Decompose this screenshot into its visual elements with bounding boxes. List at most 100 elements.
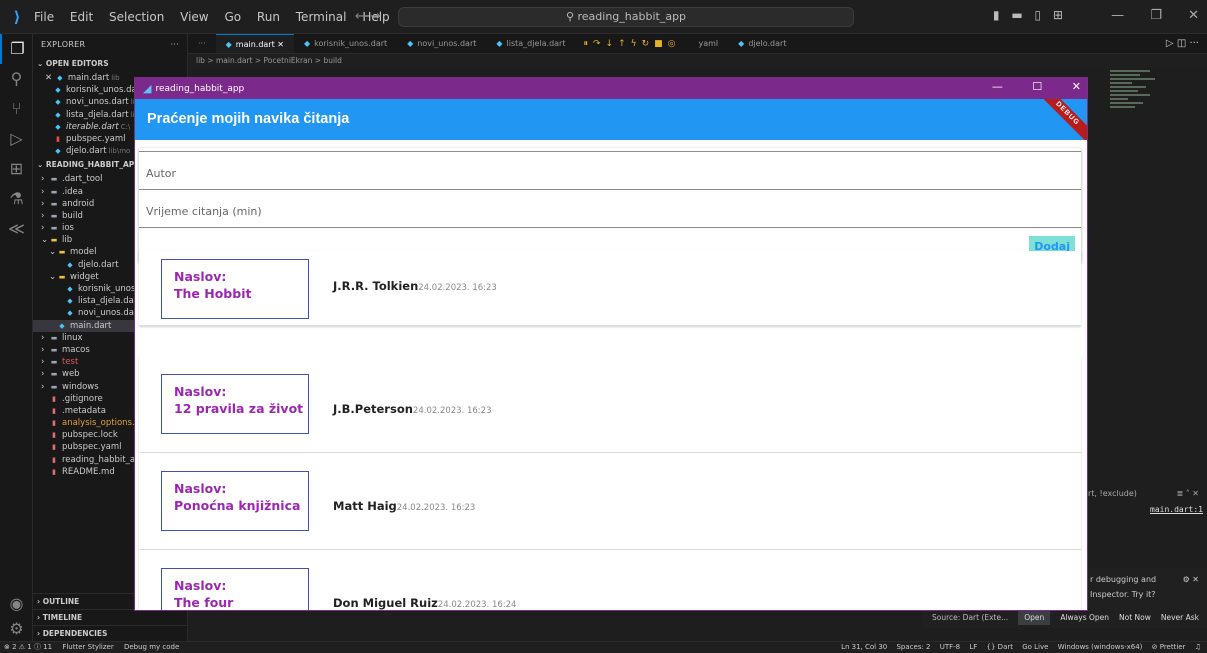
manage-gear-icon[interactable]: ⚙ xyxy=(0,614,33,644)
open-button[interactable]: Open xyxy=(1018,609,1051,625)
restart-icon[interactable]: ↻ xyxy=(642,39,655,49)
debug-console-link[interactable]: main.dart:1 xyxy=(1150,505,1203,514)
split-editor-icon[interactable]: ◫ xyxy=(1177,38,1186,49)
minimize-icon[interactable]: — xyxy=(1111,8,1124,23)
tab-close-icon[interactable]: ✕ xyxy=(277,40,284,49)
extensions-icon[interactable]: ⊞ xyxy=(0,154,33,184)
app-close-icon[interactable]: ✕ xyxy=(1072,80,1081,93)
tab-label: korisnik_unos.dart xyxy=(314,39,388,48)
back-arrow-icon[interactable]: ← xyxy=(355,9,366,24)
minimap[interactable] xyxy=(1110,68,1160,158)
stop-icon[interactable]: ■ xyxy=(654,39,668,49)
chevron-icon[interactable]: › xyxy=(41,210,49,222)
more-icon[interactable]: ··· xyxy=(1189,38,1199,49)
chevron-icon[interactable]: › xyxy=(41,332,49,344)
app-minimize-icon[interactable]: — xyxy=(992,80,1003,93)
toggle-sidebar-icon[interactable]: ▮ xyxy=(993,8,1004,22)
menu-terminal[interactable]: Terminal xyxy=(296,10,347,24)
chevron-icon[interactable]: › xyxy=(41,222,49,234)
book-card[interactable]: Naslov: 12 pravila za život J.B.Peterson24… xyxy=(139,356,1081,453)
debug-pause-icon[interactable]: ⏸ xyxy=(583,39,593,49)
run-debug-icon[interactable]: ▷ xyxy=(0,124,33,154)
book-card[interactable]: Naslov: The four agreements Don Miguel Rui… xyxy=(139,550,1081,610)
debug-step-into-icon[interactable]: ↓ xyxy=(606,39,619,49)
menu-go[interactable]: Go xyxy=(224,10,241,24)
chevron-icon[interactable]: › xyxy=(41,368,49,380)
tab-lista-djela[interactable]: ◆ lista_djela.dart xyxy=(486,34,575,53)
debug-step-over-icon[interactable]: ↷ xyxy=(593,39,606,49)
chevron-icon[interactable]: › xyxy=(41,173,49,185)
flutter-icon[interactable]: ≪ xyxy=(0,214,33,244)
testing-icon[interactable]: ⚗ xyxy=(0,184,33,214)
panel-actions-icon[interactable]: ≣ ˄ ✕ xyxy=(1177,485,1200,503)
language-mode[interactable]: {} Dart xyxy=(987,643,1013,651)
customize-layout-icon[interactable]: ⊞ xyxy=(1053,8,1067,22)
problems-status[interactable]: ⊗ 2 ⚠ 1 ⓘ 11 xyxy=(4,643,52,651)
not-now-button[interactable]: Not Now xyxy=(1119,613,1151,622)
debug-step-out-icon[interactable]: ↑ xyxy=(618,39,631,49)
menu-edit[interactable]: Edit xyxy=(70,10,93,24)
book-date: 24.02.2023. 16:23 xyxy=(396,503,476,513)
chevron-icon[interactable]: › xyxy=(41,356,49,368)
prettier[interactable]: ⊘ Prettier xyxy=(1152,643,1186,651)
book-card[interactable]: Naslov: Ponoćna knjižnica Matt Haig24.02.2… xyxy=(139,453,1081,550)
explorer-icon[interactable]: ❐ xyxy=(0,34,33,64)
encoding[interactable]: UTF-8 xyxy=(940,643,960,651)
device[interactable]: Windows (windows-x64) xyxy=(1058,643,1143,651)
line-ending[interactable]: LF xyxy=(969,643,977,651)
tab-djelo[interactable]: ◆ djelo.dart xyxy=(728,34,796,53)
chevron-icon[interactable]: › xyxy=(41,381,49,393)
restore-icon[interactable]: ❐ xyxy=(1150,8,1162,23)
chevron-icon[interactable]: › xyxy=(41,186,49,198)
source-control-icon[interactable]: ⑂ xyxy=(0,94,33,124)
toggle-panel-icon[interactable]: ▬ xyxy=(1011,8,1026,22)
always-open-button[interactable]: Always Open xyxy=(1060,613,1109,622)
notification-close-icon[interactable]: ⚙ ✕ xyxy=(1183,572,1199,587)
menu-file[interactable]: File xyxy=(34,10,54,24)
tabs-overflow-icon[interactable]: ··· xyxy=(188,34,216,53)
book-title: Ponoćna knjižnica xyxy=(174,498,301,513)
command-center-search[interactable]: ⚲ reading_habbit_app xyxy=(398,7,854,27)
command-center-text: reading_habbit_app xyxy=(577,10,687,23)
chevron-icon[interactable]: ⌄ xyxy=(41,234,49,246)
chevron-icon[interactable]: › xyxy=(41,344,49,356)
never-ask-button[interactable]: Never Ask xyxy=(1161,613,1199,622)
reading-time-field[interactable]: Vrijeme citanja (min) xyxy=(139,190,1081,228)
run-icon[interactable]: ▷ xyxy=(1166,38,1174,49)
tab-yaml[interactable]: yaml xyxy=(689,34,729,53)
forward-arrow-icon[interactable]: → xyxy=(370,9,381,24)
more-actions-icon[interactable]: ··· xyxy=(170,34,179,56)
open-editor-suffix: lib\mo xyxy=(108,147,131,156)
dependencies-header[interactable]: › DEPENDENCIES xyxy=(33,625,187,641)
breadcrumb[interactable]: lib > main.dart > PocetniEkran > build xyxy=(188,54,1207,68)
file-tree-label: .gitignore xyxy=(62,393,103,404)
author-field[interactable]: Autor xyxy=(139,152,1081,190)
book-card[interactable]: Naslov: The Hobbit J.R.R. Tolkien24.02.202… xyxy=(139,251,1081,326)
menu-run[interactable]: Run xyxy=(257,10,280,24)
panel-filter-text[interactable]: rt, !exclude) xyxy=(1088,489,1137,498)
app-maximize-icon[interactable]: ☐ xyxy=(1032,80,1042,93)
tab-novi-unos[interactable]: ◆ novi_unos.dart xyxy=(397,34,486,53)
tab-main-dart[interactable]: ◆ main.dart ✕ xyxy=(215,34,294,53)
chevron-icon[interactable]: › xyxy=(41,198,49,210)
inspector-icon[interactable]: ◎ xyxy=(668,39,681,49)
timeline-header[interactable]: › TIMELINE xyxy=(33,609,187,625)
go-live[interactable]: Go Live xyxy=(1022,643,1048,651)
close-icon[interactable]: ✕ xyxy=(1188,8,1199,23)
open-editors-header[interactable]: ⌄ OPEN EDITORS xyxy=(33,56,187,72)
flutter-stylizer-status[interactable]: Flutter Stylizer xyxy=(62,643,113,651)
close-icon[interactable]: ✕ xyxy=(45,73,55,83)
menu-view[interactable]: View xyxy=(180,10,208,24)
chevron-icon[interactable]: ⌄ xyxy=(49,246,57,258)
cursor-position[interactable]: Ln 31, Col 30 xyxy=(841,643,887,651)
search-icon[interactable]: ⚲ xyxy=(0,64,33,94)
tab-korisnik-unos[interactable]: ◆ korisnik_unos.dart xyxy=(294,34,397,53)
menu-selection[interactable]: Selection xyxy=(109,10,164,24)
indentation[interactable]: Spaces: 2 xyxy=(896,643,930,651)
file-tree-label: pubspec.yaml xyxy=(62,442,122,453)
chevron-icon[interactable]: ⌄ xyxy=(49,271,57,283)
debug-my-code-status[interactable]: Debug my code xyxy=(124,643,179,651)
toggle-secondary-sidebar-icon[interactable]: ▯ xyxy=(1035,8,1046,22)
hot-reload-icon[interactable]: ϟ xyxy=(631,39,642,49)
bell-icon[interactable]: ♫ xyxy=(1195,643,1201,651)
